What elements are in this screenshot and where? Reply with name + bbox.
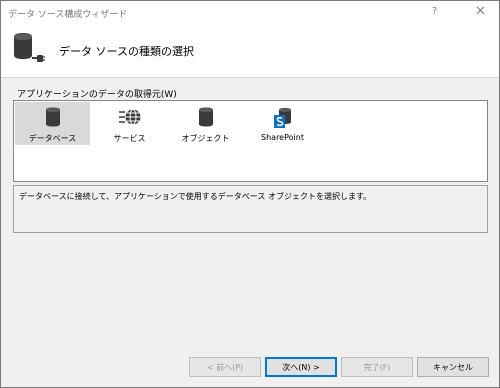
source-list-label: アプリケーションのデータの取得元(W) <box>17 90 177 100</box>
description-box: データベースに接続して、アプリケーションで使用するデータベース オブジェクトを選… <box>13 185 488 233</box>
title-bar: データ ソース構成ウィザード ? ✕ <box>1 1 499 23</box>
cancel-button[interactable]: キャンセル <box>417 357 489 377</box>
wizard-header: データ ソースの種類の選択 <box>1 23 499 78</box>
page-heading: データ ソースの種類の選択 <box>59 45 194 58</box>
wizard-window: データ ソース構成ウィザード ? ✕ データ ソースの種類の選択 アプリケーショ… <box>0 0 500 388</box>
source-item-label: サービス <box>113 134 146 143</box>
source-item-sharepoint[interactable]: SharePoint <box>245 102 320 145</box>
close-button[interactable]: ✕ <box>475 4 486 19</box>
source-item-database[interactable]: データベース <box>15 102 90 145</box>
source-item-label: SharePoint <box>261 133 304 142</box>
sharepoint-icon <box>245 107 320 129</box>
source-item-label: オブジェクト <box>181 134 230 143</box>
finish-button[interactable]: 完了(F) <box>341 357 413 377</box>
next-button[interactable]: 次へ(N) > <box>265 357 337 377</box>
source-item-object[interactable]: オブジェクト <box>168 102 243 145</box>
object-cylinder-icon <box>168 107 243 129</box>
window-title: データ ソース構成ウィザード <box>8 10 128 20</box>
description-text: データベースに接続して、アプリケーションで使用するデータベース オブジェクトを選… <box>19 192 372 201</box>
database-icon <box>15 107 90 129</box>
datasource-wizard-icon <box>10 31 46 70</box>
source-item-label: データベース <box>28 134 77 143</box>
source-item-service[interactable]: サービス <box>92 102 167 145</box>
help-button[interactable]: ? <box>432 6 437 17</box>
source-type-list[interactable]: データベース サービス オブジェクト SharePoint <box>13 100 488 182</box>
service-globe-icon <box>92 107 167 129</box>
back-button[interactable]: < 前へ(P) <box>189 357 261 377</box>
